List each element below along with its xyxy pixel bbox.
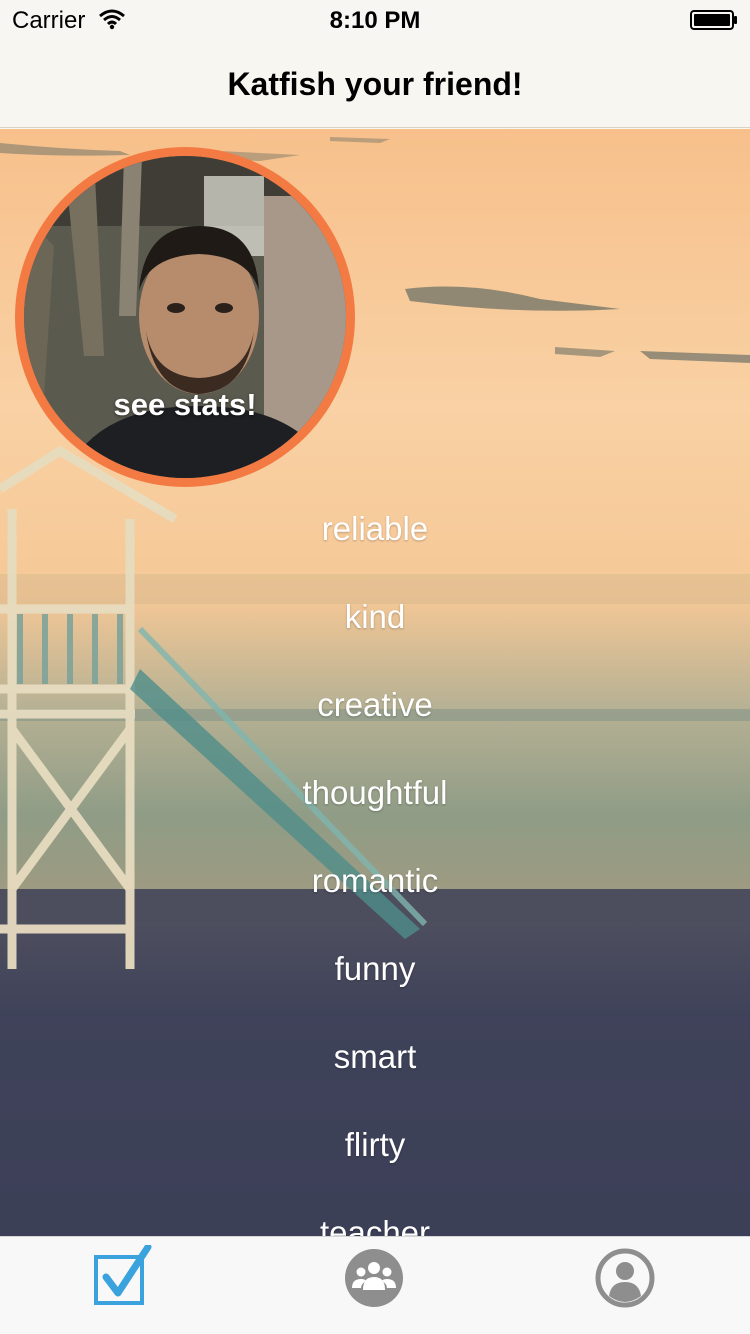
trait-option[interactable]: smart	[0, 1039, 750, 1127]
checkbox-icon[interactable]	[92, 1245, 156, 1309]
friend-photo-image	[24, 156, 346, 478]
see-stats-label: see stats!	[113, 387, 257, 422]
trait-option[interactable]: flirty	[0, 1127, 750, 1215]
status-bar: Carrier 8:10 PM	[0, 0, 750, 40]
status-time: 8:10 PM	[329, 7, 421, 34]
profile-photo: see stats!	[24, 156, 346, 478]
tab-bar	[0, 1236, 750, 1334]
battery-icon	[690, 10, 737, 30]
trait-option[interactable]: reliable	[0, 511, 750, 599]
page-title: Katfish your friend!	[227, 66, 523, 102]
main-content[interactable]: see stats! reliable kind creative though…	[0, 129, 750, 1236]
trait-list: reliable kind creative thoughtful romant…	[0, 511, 750, 1237]
person-icon[interactable]	[593, 1246, 657, 1310]
trait-option[interactable]: thoughtful	[0, 775, 750, 863]
group-icon[interactable]	[342, 1246, 406, 1310]
trait-option[interactable]: romantic	[0, 863, 750, 951]
trait-option[interactable]: funny	[0, 951, 750, 1039]
trait-option[interactable]: creative	[0, 687, 750, 775]
profile-avatar-button[interactable]: see stats!	[15, 147, 355, 487]
trait-option[interactable]: teacher	[0, 1215, 750, 1237]
trait-option[interactable]: kind	[0, 599, 750, 687]
navigation-bar: Katfish your friend!	[0, 40, 750, 128]
